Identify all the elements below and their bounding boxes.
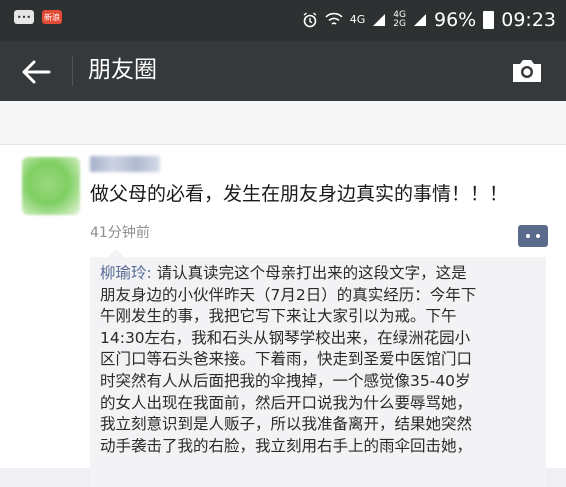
network-type-1: 4G	[349, 13, 366, 26]
alarm-icon	[303, 12, 317, 28]
comment-line: 区门口等石头爸来接。下着雨，快走到圣爱中医馆门口	[100, 350, 473, 369]
wifi-icon	[325, 12, 343, 25]
comment-line: 我立刻意识到是人贩子，所以我准备离开，结果她突然	[100, 415, 473, 434]
comment-line: 柳瑜玲: 请认真读完这个母亲打出来的这段文字，这是	[100, 263, 544, 285]
comment-line: 午刚发生的事，我把它写下来让大家引以为戒。下午	[100, 307, 457, 326]
comment-line: 的女人出现在我面前，然后开口说我为什么要辱骂她，	[100, 393, 473, 412]
battery-percent: 96%	[434, 9, 477, 31]
notification-icons: ••• 新浪	[14, 10, 62, 24]
comment-line: 朋友身边的小伙伴昨天（7月2日）的真实经历：今年下	[100, 285, 477, 304]
back-arrow-icon[interactable]	[20, 59, 54, 85]
clock: 09:23	[501, 9, 556, 31]
comment-box: 柳瑜玲: 请认真读完这个母亲打出来的这段文字，这是 朋友身边的小伙伴昨天（7月2…	[90, 249, 546, 487]
avatar[interactable]	[22, 157, 80, 215]
comment-line: 14:30左右，我和石头从钢琴学校出来，在绿洲花园小	[100, 328, 471, 347]
dot-icon	[526, 234, 530, 238]
comment-text: 柳瑜玲: 请认真读完这个母亲打出来的这段文字，这是 朋友身边的小伙伴昨天（7月2…	[100, 263, 544, 479]
signal-strength-icon	[373, 14, 386, 26]
nav-divider	[72, 56, 73, 86]
previous-post-tail	[0, 101, 566, 145]
battery-icon	[483, 11, 495, 29]
network-type-2: 4G 2G	[393, 11, 406, 29]
comment-line: 时突然有人从后面把我的伞拽掉，一个感觉像35-40岁	[100, 371, 471, 390]
nav-bar: 朋友圈	[0, 41, 566, 101]
comment-menu-button[interactable]	[518, 225, 548, 247]
author-name-blurred[interactable]	[90, 156, 160, 172]
comment-line-cutoff: ​	[100, 457, 544, 479]
app-notification-icon: 新浪	[42, 10, 62, 24]
post-text: 做父母的必看，发生在朋友身边真实的事情！！！	[90, 183, 509, 205]
post-timestamp: 41分钟前	[90, 225, 150, 241]
comment-line: 动手袭击了我的右脸，我立刻用右手上的雨伞回击她，	[100, 436, 473, 455]
camera-icon[interactable]	[510, 57, 544, 85]
moments-post: 做父母的必看，发生在朋友身边真实的事情！！！ 41分钟前 柳瑜玲: 请认真读完这…	[0, 145, 566, 487]
network-type-2-bottom: 2G	[393, 19, 406, 29]
status-bar: ••• 新浪 4G 4G 2G 96% 09:23	[0, 0, 566, 41]
system-indicators: 4G 4G 2G 96% 09:23	[302, 9, 556, 31]
page-title: 朋友圈	[88, 57, 157, 83]
signal-strength-2-icon	[414, 14, 426, 26]
dot-icon	[536, 234, 540, 238]
comment-line-text: 请认真读完这个母亲打出来的这段文字，这是	[156, 264, 467, 282]
commenter-name[interactable]: 柳瑜玲:	[100, 264, 152, 282]
chat-notification-icon: •••	[14, 10, 34, 24]
